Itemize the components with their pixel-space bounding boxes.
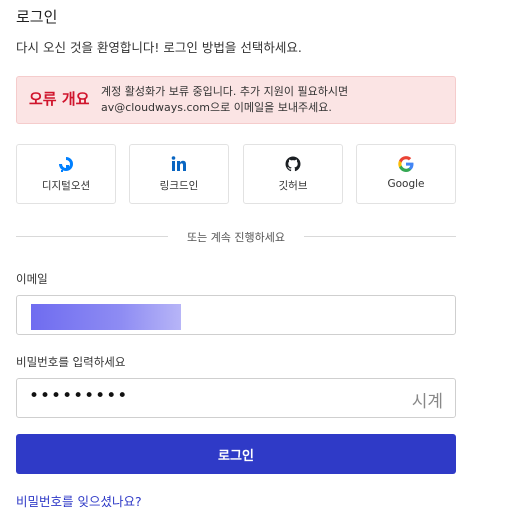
google-icon: [357, 155, 455, 173]
redacted-email-value: [31, 304, 181, 330]
alert-message-line: 계정 활성화가 보류 중입니다. 추가 지원이 필요하시면: [101, 85, 349, 98]
page-title: 로그인: [16, 8, 58, 26]
linkedin-icon: [130, 155, 228, 173]
alert-message-line: av@cloudways.com으로 이메일을 보내주세요.: [101, 101, 332, 114]
password-value: •••••••••: [29, 386, 129, 406]
digitalocean-icon: [17, 155, 115, 173]
divider-text: 또는 계속 진행하세요: [186, 231, 286, 244]
forgot-password-link[interactable]: 비밀번호를 잊으셨나요?: [16, 491, 142, 510]
password-label: 비밀번호를 입력하세요: [16, 355, 126, 369]
page-subtitle: 다시 오신 것을 환영합니다! 로그인 방법을 선택하세요.: [16, 40, 302, 55]
digitalocean-login-button[interactable]: 디지털오션: [16, 144, 116, 204]
social-label: 디지털오션: [41, 180, 91, 192]
show-password-toggle[interactable]: 시계: [412, 387, 443, 412]
social-label: 깃허브: [278, 180, 308, 192]
divider-line: [304, 236, 456, 237]
email-field[interactable]: [16, 295, 456, 335]
github-icon: [244, 155, 342, 173]
password-field[interactable]: ••••••••• 시계: [16, 378, 456, 418]
email-label: 이메일: [16, 272, 48, 286]
alert-message: 계정 활성화가 보류 중입니다. 추가 지원이 필요하시면 av@cloudwa…: [101, 84, 451, 116]
social-label: 링크드인: [159, 180, 199, 192]
social-label: Google: [387, 178, 425, 190]
linkedin-login-button[interactable]: 링크드인: [129, 144, 229, 204]
google-login-button[interactable]: Google: [356, 144, 456, 204]
alert-label: 오류 개요: [29, 90, 90, 108]
github-login-button[interactable]: 깃허브: [243, 144, 343, 204]
login-button[interactable]: 로그인: [16, 434, 456, 474]
error-alert: 오류 개요 계정 활성화가 보류 중입니다. 추가 지원이 필요하시면 av@c…: [16, 76, 456, 124]
